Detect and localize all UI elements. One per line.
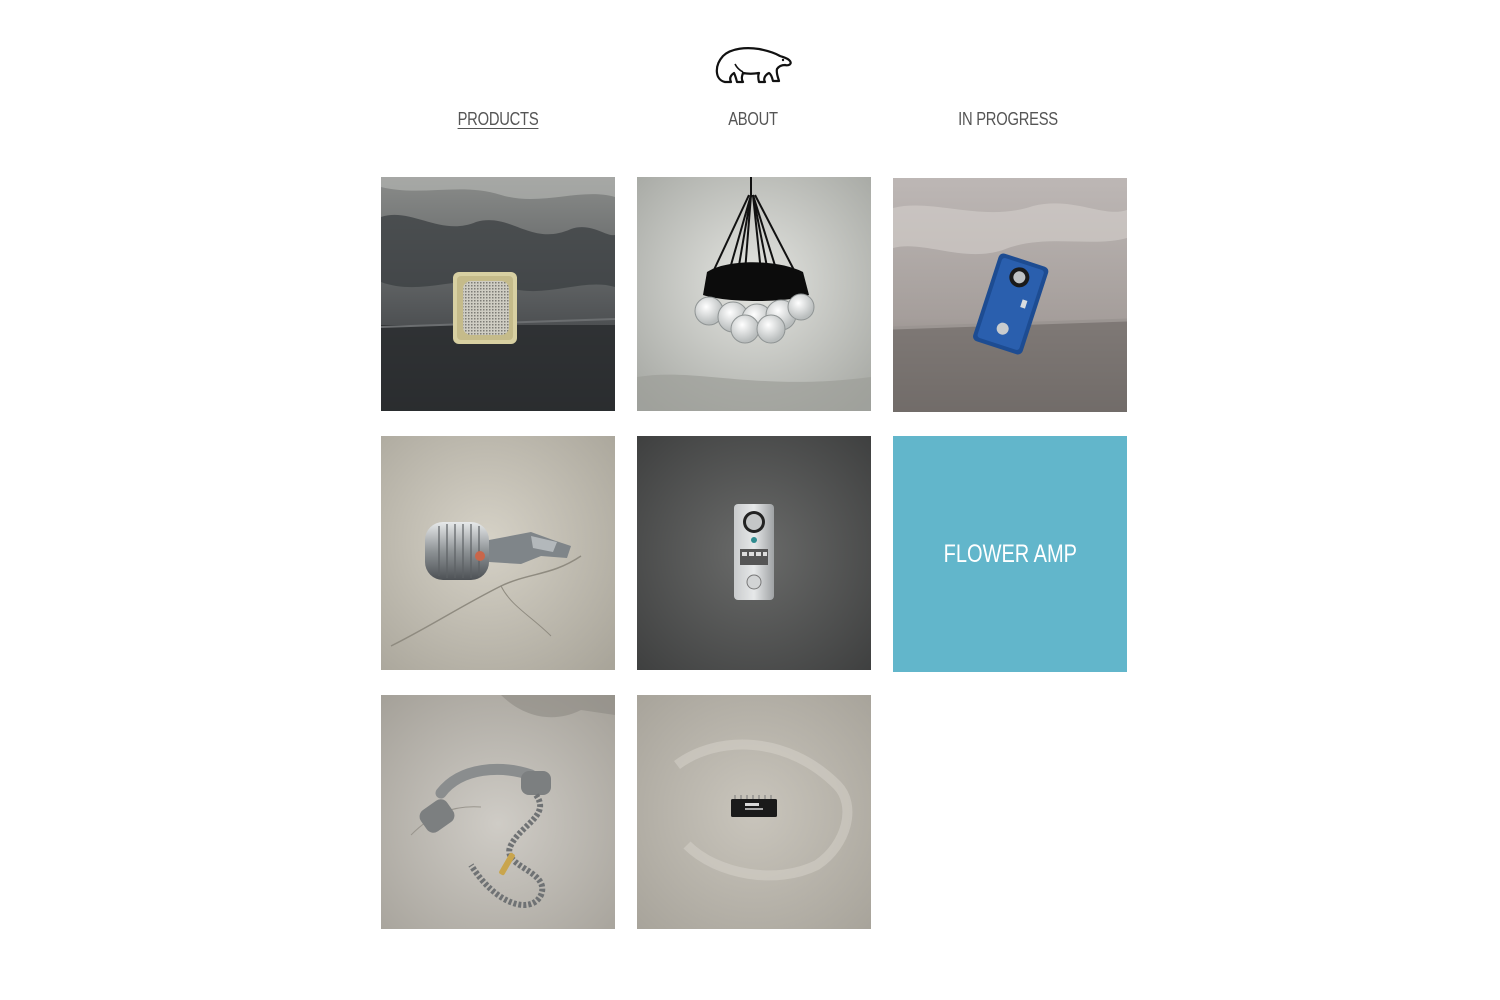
product-tile-speaker[interactable] bbox=[381, 177, 615, 411]
main-nav: PRODUCTS ABOUT IN PROGRESS bbox=[0, 106, 1500, 136]
nav-in-progress[interactable]: IN PROGRESS bbox=[947, 106, 1069, 132]
product-tile-silver-pedal[interactable] bbox=[637, 436, 871, 670]
product-tile-microphone[interactable] bbox=[381, 436, 615, 670]
blue-pedal-photo bbox=[893, 178, 1127, 412]
product-tile-bulbs[interactable] bbox=[637, 177, 871, 411]
silver-pedal-photo bbox=[637, 436, 871, 670]
nav-products-label: PRODUCTS bbox=[457, 109, 539, 129]
product-tile-microchip[interactable] bbox=[637, 695, 871, 929]
product-tile-handset[interactable] bbox=[381, 695, 615, 929]
microchip-photo bbox=[637, 695, 871, 929]
flower-amp-label-wrap: FLOWER AMP bbox=[893, 436, 1127, 672]
nav-about[interactable]: ABOUT bbox=[723, 106, 784, 132]
product-tile-flower-amp[interactable]: FLOWER AMP bbox=[893, 436, 1127, 672]
nav-about-label: ABOUT bbox=[728, 109, 778, 129]
nav-in-progress-label: IN PROGRESS bbox=[958, 109, 1058, 129]
telephone-handset-photo bbox=[381, 695, 615, 929]
nav-products[interactable]: PRODUCTS bbox=[449, 106, 548, 132]
product-tile-blue-pedal[interactable] bbox=[893, 178, 1127, 412]
speaker-photo bbox=[381, 177, 615, 411]
microphone-photo bbox=[381, 436, 615, 670]
polar-bear-icon[interactable] bbox=[713, 44, 793, 90]
flower-amp-label: FLOWER AMP bbox=[943, 539, 1077, 568]
bulb-chandelier-photo bbox=[637, 177, 871, 411]
page: PRODUCTS ABOUT IN PROGRESS FLOWER AMP bbox=[0, 0, 1500, 1000]
